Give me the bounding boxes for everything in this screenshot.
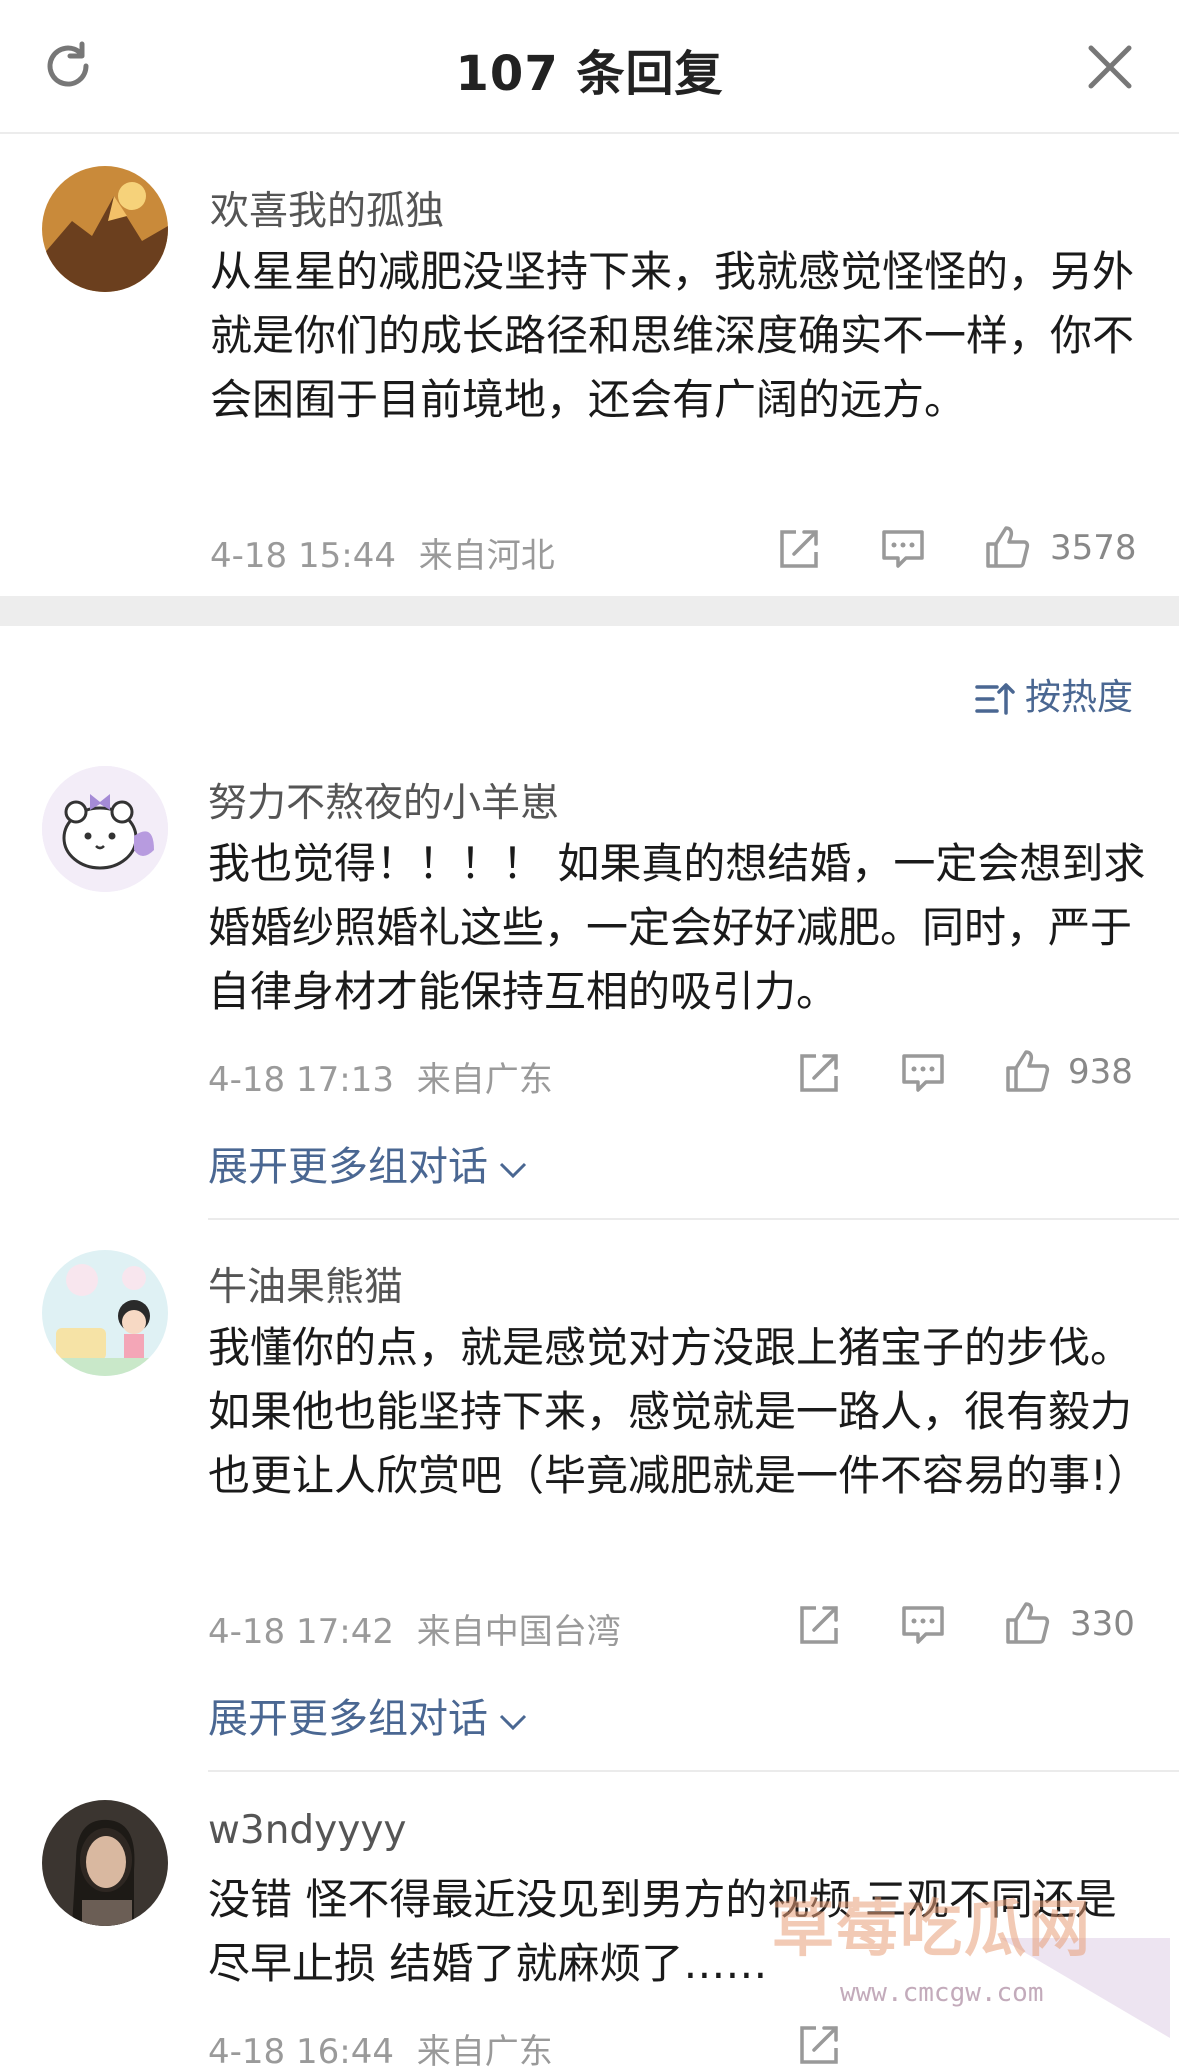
sort-toggle[interactable]: 按热度 [975,668,1133,720]
comment-separator [208,1770,1179,1772]
comment-icon[interactable] [880,526,926,572]
avatar[interactable] [42,1800,168,1926]
expand-replies-link[interactable]: 展开更多组对话 [208,1134,528,1192]
share-icon[interactable] [776,526,822,572]
sort-label: 按热度 [1024,677,1133,718]
close-icon[interactable] [1085,42,1135,92]
comment-meta: 4-18 17:13 来自广东 [208,1052,553,1101]
comment-time: 4-18 15:44 [210,536,396,576]
watermark-url: www.cmcgw.com [840,1978,1044,2008]
avatar[interactable] [42,766,168,892]
expand-label: 展开更多组对话 [208,1696,488,1742]
sort-icon [975,683,1015,715]
watermark: 草莓吃瓜网 www.cmcgw.com [770,1878,1170,2038]
like-count: 938 [1068,1052,1133,1092]
comment-text: 我懂你的点，就是感觉对方没跟上猪宝子的步伐。如果他也能坚持下来，感觉就是一路人，… [208,1323,1149,1500]
like-icon[interactable] [984,524,1030,570]
avatar[interactable] [42,166,168,292]
comment-time: 4-18 17:42 [208,1612,394,1652]
expand-replies-link[interactable]: 展开更多组对话 [208,1686,528,1744]
chevron-down-icon [499,1162,527,1179]
like-icon[interactable] [1004,1600,1050,1646]
comment-text: 我也觉得！！！！ 如果真的想结婚，一定会想到求婚婚纱照婚礼这些，一定会好好减肥。… [208,839,1146,1016]
like-count: 3578 [1050,528,1137,568]
like-count: 330 [1070,1604,1135,1644]
comment-icon[interactable] [900,1050,946,1096]
share-icon[interactable] [796,1602,842,1648]
section-divider [0,596,1179,626]
comment-time: 4-18 17:13 [208,1060,394,1100]
commenter-name[interactable]: 牛油果熊猫 [208,1256,403,1312]
comment-location: 来自河北 [418,536,555,576]
chevron-down-icon [499,1714,527,1731]
watermark-text: 草莓吃瓜网 [772,1892,1093,1965]
commenter-name[interactable]: 欢喜我的孤独 [210,180,444,236]
comment-text: 从星星的减肥没坚持下来，我就感觉怪怪的，另外就是你们的成长路径和思维深度确实不一… [210,247,1135,424]
comment-meta: 4-18 15:44 来自河北 [210,528,555,577]
commenter-name[interactable]: w3ndyyyy [208,1808,407,1853]
commenter-name[interactable]: 努力不熬夜的小羊崽 [208,772,559,828]
comment-icon[interactable] [900,1602,946,1648]
page-title: 107 条回复 [455,46,724,102]
expand-label: 展开更多组对话 [208,1144,488,1190]
comment-location: 来自中国台湾 [416,1612,621,1652]
avatar[interactable] [42,1250,168,1376]
comment-meta: 4-18 17:42 来自中国台湾 [208,1604,621,1653]
root-comment: 欢喜我的孤独 从星星的减肥没坚持下来，我就感觉怪怪的，另外就是你们的成长路径和思… [0,136,1179,596]
comment-separator [208,1218,1179,1220]
comment-time: 4-18 16:44 [208,2032,394,2072]
like-icon[interactable] [1004,1048,1050,1094]
header: 107 条回复 [0,0,1179,134]
comment-location: 来自广东 [416,2032,553,2072]
share-icon[interactable] [796,1050,842,1096]
comment-location: 来自广东 [416,1060,553,1100]
comment-meta: 4-18 16:44 来自广东 [208,2024,553,2072]
